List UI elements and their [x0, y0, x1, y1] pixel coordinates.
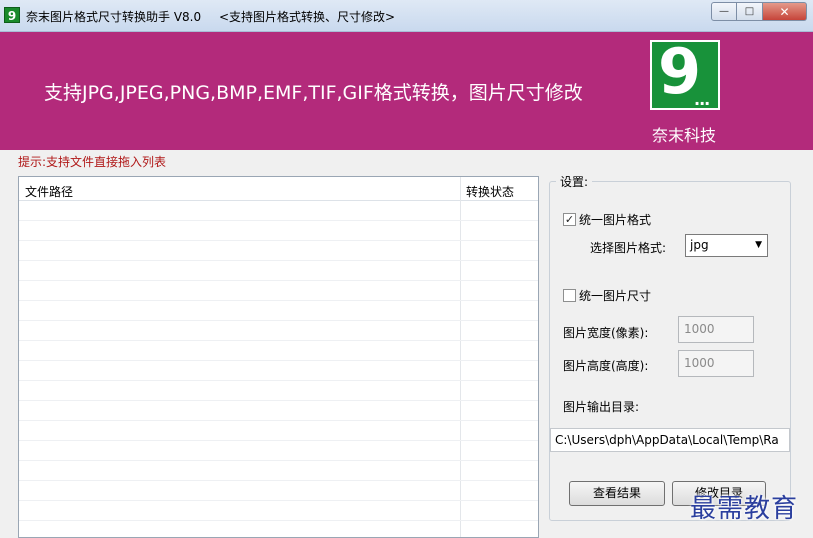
table-row: [19, 221, 538, 241]
table-row: [19, 361, 538, 381]
format-select[interactable]: jpg ▼: [685, 234, 768, 257]
window-controls: — □ ✕: [711, 2, 807, 22]
maximize-button[interactable]: □: [737, 2, 763, 21]
banner: 支持JPG,JPEG,PNG,BMP,EMF,TIF,GIF格式转换，图片尺寸修…: [0, 32, 813, 150]
width-label: 图片宽度(像素):: [563, 326, 649, 340]
table-row: [19, 201, 538, 221]
table-row: [19, 461, 538, 481]
title-bar: 9 奈末图片格式尺寸转换助手 V8.0 <支持图片格式转换、尺寸修改> — □ …: [0, 0, 813, 32]
format-label: 选择图片格式:: [590, 241, 667, 255]
unify-format-checkbox[interactable]: ✓ 统一图片格式: [563, 211, 651, 228]
window-title-main: 奈末图片格式尺寸转换助手 V8.0: [26, 10, 202, 24]
table-row: [19, 381, 538, 401]
table-row: [19, 321, 538, 341]
table-row: [19, 501, 538, 521]
minimize-button[interactable]: —: [711, 2, 737, 21]
table-row: [19, 261, 538, 281]
app-icon: 9: [4, 7, 20, 23]
drag-hint: 提示:支持文件直接拖入列表: [18, 155, 167, 169]
unify-format-check-icon[interactable]: ✓: [563, 213, 576, 226]
settings-group: [549, 181, 791, 521]
settings-title: 设置:: [556, 173, 593, 190]
banner-headline: 支持JPG,JPEG,PNG,BMP,EMF,TIF,GIF格式转换，图片尺寸修…: [44, 82, 583, 104]
file-list[interactable]: 文件路径 转换状态: [18, 176, 539, 538]
unify-size-checkbox[interactable]: 统一图片尺寸: [563, 287, 651, 304]
width-input[interactable]: 1000: [678, 316, 754, 343]
table-row: [19, 421, 538, 441]
watermark: 最需教育: [690, 494, 799, 524]
company-name: 奈末科技: [652, 126, 717, 145]
table-row: [19, 521, 538, 537]
table-row: [19, 281, 538, 301]
table-row: [19, 341, 538, 361]
window-title-sub: <支持图片格式转换、尺寸修改>: [218, 10, 396, 24]
table-row: [19, 441, 538, 461]
output-dir-label: 图片输出目录:: [563, 400, 640, 414]
dropdown-arrow-icon[interactable]: ▼: [755, 235, 762, 256]
height-input[interactable]: 1000: [678, 350, 754, 377]
view-results-button[interactable]: 查看结果: [569, 481, 665, 506]
unify-size-check-icon[interactable]: [563, 289, 576, 302]
window-title: 奈末图片格式尺寸转换助手 V8.0 <支持图片格式转换、尺寸修改>: [26, 8, 395, 25]
column-file-path[interactable]: 文件路径: [25, 183, 73, 200]
output-dir-field[interactable]: C:\Users\dph\AppData\Local\Temp\Ra: [550, 428, 790, 452]
unify-format-label: 统一图片格式: [579, 213, 652, 227]
close-button[interactable]: ✕: [763, 2, 807, 21]
column-status[interactable]: 转换状态: [466, 183, 514, 200]
table-row: [19, 241, 538, 261]
height-label: 图片高度(高度):: [563, 359, 649, 373]
table-row: [19, 401, 538, 421]
table-row: [19, 481, 538, 501]
unify-size-label: 统一图片尺寸: [579, 289, 652, 303]
logo-dots: ...: [694, 90, 710, 109]
format-select-value: jpg: [690, 238, 709, 252]
file-list-rows: [19, 201, 538, 537]
table-row: [19, 301, 538, 321]
company-logo: 9 ...: [650, 36, 720, 110]
